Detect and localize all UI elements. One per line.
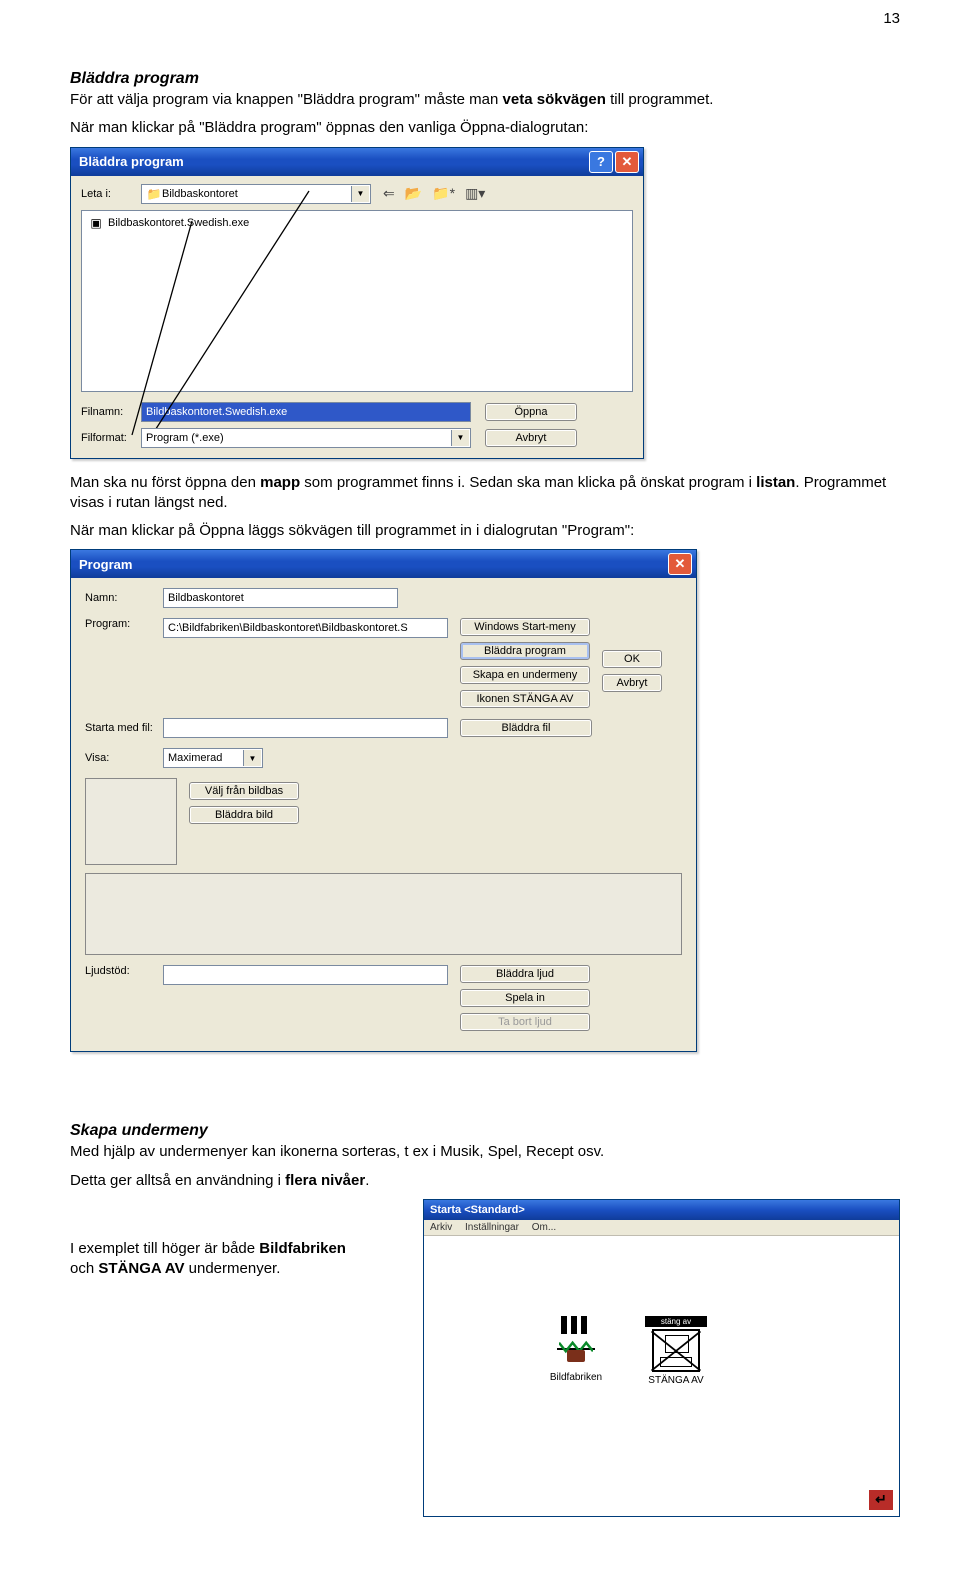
title-text: Starta <Standard> (430, 1204, 525, 1216)
icon-canvas: Bildfabriken stäng av STÄNGA AV ↵ (424, 1236, 899, 1516)
namn-field[interactable]: Bildbaskontoret (163, 588, 398, 608)
namn-value: Bildbaskontoret (168, 592, 244, 604)
titlebar: Bläddra program ? ✕ (71, 148, 643, 176)
ikon-stanga-av-button[interactable]: Ikonen STÄNGA AV (460, 690, 590, 708)
label-starta-med-fil: Starta med fil: (85, 722, 163, 734)
label-namn: Namn: (85, 592, 163, 604)
para-oppna: När man klickar på Öppna läggs sökvägen … (70, 521, 900, 541)
text-bold: veta sökvägen (503, 91, 606, 108)
keyboard-icon (652, 1329, 700, 1372)
heading-bladdra-program: Bläddra program (70, 70, 900, 88)
ljudstod-field[interactable] (163, 965, 448, 985)
label-visa: Visa: (85, 752, 163, 764)
file-list[interactable]: ▣ Bildbaskontoret.Swedish.exe (81, 210, 633, 392)
stang-av-label: stäng av (645, 1316, 707, 1327)
para-under-2: Detta ger alltså en användning i flera n… (70, 1171, 900, 1191)
para-mapp-listan: Man ska nu först öppna den mapp som prog… (70, 473, 900, 514)
visa-value: Maximerad (168, 752, 222, 764)
avbryt-button[interactable]: Avbryt (602, 674, 662, 692)
text: . (365, 1172, 369, 1189)
titlebar: Starta <Standard> (424, 1200, 899, 1220)
text-bold: flera nivåer (285, 1172, 365, 1189)
para-example: I exemplet till höger är både Bildfabrik… (70, 1239, 370, 1280)
para-intro-2: När man klickar på "Bläddra program" öpp… (70, 118, 900, 138)
text-bold: STÄNGA AV (98, 1260, 184, 1277)
bladdra-ljud-button[interactable]: Bläddra ljud (460, 965, 590, 983)
bladdra-fil-button[interactable]: Bläddra fil (460, 719, 592, 737)
ok-button[interactable]: OK (602, 650, 662, 668)
para-under-1: Med hjälp av undermenyer kan ikonerna so… (70, 1142, 900, 1162)
open-button[interactable]: Öppna (485, 403, 577, 421)
icon-label: Bildfabriken (550, 1372, 602, 1383)
icon-bildfabriken[interactable]: Bildfabriken (539, 1316, 613, 1383)
text: till programmet. (606, 91, 714, 108)
icon-label: STÄNGA AV (648, 1375, 703, 1386)
filformat-combo[interactable]: Program (*.exe) ▼ (141, 428, 471, 448)
text: som programmet finns i. Sedan ska man kl… (300, 474, 756, 491)
starta-fil-field[interactable] (163, 718, 448, 738)
para-intro-1: För att välja program via knappen "Blädd… (70, 90, 900, 110)
text: För att välja program via knappen "Blädd… (70, 91, 503, 108)
bladdra-program-button[interactable]: Bläddra program (460, 642, 590, 660)
back-arrow-button[interactable]: ↵ (869, 1490, 893, 1510)
text-bold: Bildfabriken (259, 1240, 346, 1257)
starta-standard-window: Starta <Standard> Arkiv Inställningar Om… (423, 1199, 900, 1517)
windows-start-button[interactable]: Windows Start-meny (460, 618, 590, 636)
text: undermenyer. (184, 1260, 280, 1277)
title-text: Program (79, 557, 132, 572)
ta-bort-ljud-button: Ta bort ljud (460, 1013, 590, 1031)
view-menu-icon[interactable]: ▥▾ (465, 185, 485, 202)
large-preview (85, 873, 682, 955)
spela-in-button[interactable]: Spela in (460, 989, 590, 1007)
page-number: 13 (883, 10, 900, 27)
text: Detta ger alltså en användning i (70, 1172, 285, 1189)
menu-bar: Arkiv Inställningar Om... (424, 1220, 899, 1236)
close-icon[interactable]: ✕ (668, 553, 692, 575)
program-value: C:\Bildfabriken\Bildbaskontoret\Bildbask… (168, 622, 408, 634)
menu-arkiv[interactable]: Arkiv (430, 1222, 452, 1233)
visa-combo[interactable]: Maximerad ▼ (163, 748, 263, 768)
bladdra-bild-button[interactable]: Bläddra bild (189, 806, 299, 824)
program-field[interactable]: C:\Bildfabriken\Bildbaskontoret\Bildbask… (163, 618, 448, 638)
dialog-bladdra-program: Bläddra program ? ✕ Leta i: 📁 Bildbaskon… (70, 147, 644, 459)
dialog-program: Program ✕ Namn: Bildbaskontoret Program:… (70, 549, 697, 1052)
help-icon[interactable]: ? (589, 151, 613, 173)
chevron-down-icon[interactable]: ▼ (451, 430, 469, 446)
filformat-value: Program (*.exe) (146, 432, 224, 444)
icon-stanga-av[interactable]: stäng av STÄNGA AV (639, 1316, 713, 1386)
valj-fran-bildbas-button[interactable]: Välj från bildbas (189, 782, 299, 800)
heading-skapa-undermeny: Skapa undermeny (70, 1122, 900, 1140)
label-program: Program: (85, 618, 163, 630)
text: Man ska nu först öppna den (70, 474, 260, 491)
preview-square (85, 778, 177, 865)
text-bold: listan (756, 474, 795, 491)
close-icon[interactable]: ✕ (615, 151, 639, 173)
text: I exemplet till höger är både (70, 1240, 259, 1257)
text-bold: mapp (260, 474, 300, 491)
skapa-undermeny-button[interactable]: Skapa en undermeny (460, 666, 590, 684)
chevron-down-icon[interactable]: ▼ (243, 750, 261, 766)
title-text: Bläddra program (79, 154, 184, 169)
menu-om[interactable]: Om... (532, 1222, 556, 1233)
cancel-button[interactable]: Avbryt (485, 429, 577, 447)
menu-installningar[interactable]: Inställningar (465, 1222, 519, 1233)
label-ljudstod: Ljudstöd: (85, 965, 163, 977)
text: och (70, 1260, 98, 1277)
titlebar: Program ✕ (71, 550, 696, 578)
